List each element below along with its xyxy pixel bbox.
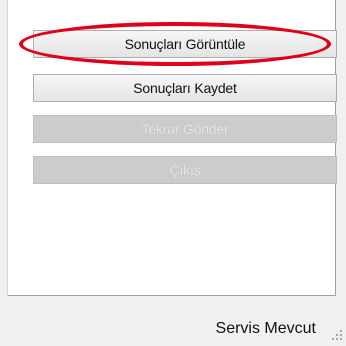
view-results-button[interactable]: Sonuçları Görüntüle [33, 30, 337, 58]
save-results-button[interactable]: Sonuçları Kaydet [33, 74, 337, 102]
service-status-text: Servis Mevcut [215, 320, 316, 337]
app-window: Sonuçları Görüntüle Sonuçları Kaydet Tek… [0, 0, 346, 346]
exit-button: Çıkış [33, 156, 337, 184]
button-panel: Sonuçları Görüntüle Sonuçları Kaydet Tek… [7, 0, 337, 296]
resend-button: Tekrar Gönder [33, 115, 337, 143]
resize-grip-icon[interactable] [332, 330, 342, 340]
